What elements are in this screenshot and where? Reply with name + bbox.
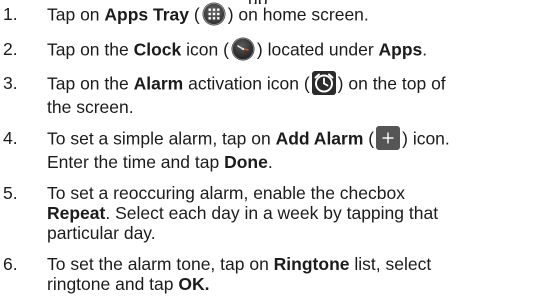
step-text-part: ( [363,128,375,149]
step-text-part: activation icon ( [183,73,310,94]
step-text-part: ) located under [256,39,379,60]
step-text: To set the alarm tone, tap on Ringtone l… [47,254,552,294]
step-text: Tap on Apps Tray ( ) on home screen. [47,2,552,28]
step-text-part: Tap on the [47,39,134,60]
clock-app-icon [231,37,255,61]
repeat-label: Repeat [47,203,106,223]
step-number: 5. [3,183,18,203]
step-text-part: . Select each day in a week by tapping t… [105,203,439,223]
step-text-part: . [267,152,273,172]
plus-icon [376,126,401,150]
step-number: 6. [3,254,18,274]
step-text-part: ringtone and tap [47,274,179,294]
step-number: 2. [3,39,18,59]
step-text-part: To set the alarm tone, tap on [47,254,274,274]
done-label: Done [224,152,268,172]
step-number: 4. [3,128,18,148]
step-number: 3. [3,73,18,93]
add-alarm-label: Add Alarm [275,128,364,149]
step-text: Tap on the Clock icon ( ) located under A… [47,37,552,63]
alarm-label: Alarm [133,73,184,94]
step-text: To set a simple alarm, tap on Add Alarm … [47,126,552,172]
step-text-part: . [422,39,428,60]
step-text-part: ) icon. [402,128,450,149]
step-text-part: list, select [349,254,432,274]
apps-tray-label: Apps Tray [104,4,190,25]
step-text-part: ( [189,4,200,25]
step-text: Tap on the Alarm activation icon ( ) on t… [47,71,552,117]
alarm-clock-icon [311,71,336,95]
step-text-part: the screen. [47,97,134,117]
step-text-part: ) on home screen. [227,4,369,25]
step-text-part: icon ( [181,39,229,60]
step-text-part: ) on the top of [337,73,446,94]
step-text-part: Enter the time and tap [47,152,225,172]
step-text: To set a reoccuring alarm, enable the ch… [47,183,552,243]
step-text-part: particular day. [47,223,156,243]
clock-label: Clock [133,39,182,60]
apps-label: Apps [378,39,423,60]
ringtone-label: Ringtone [273,254,350,274]
step-text-part: Tap on the [47,73,134,94]
apps-grid-icon [202,2,226,26]
step-number: 1. [3,4,18,24]
step-text-part: To set a simple alarm, tap on [47,128,276,149]
step-text-part: Tap on [47,4,105,25]
ok-label: OK. [178,274,210,294]
step-text-part: To set a reoccuring alarm, enable the ch… [47,183,405,203]
